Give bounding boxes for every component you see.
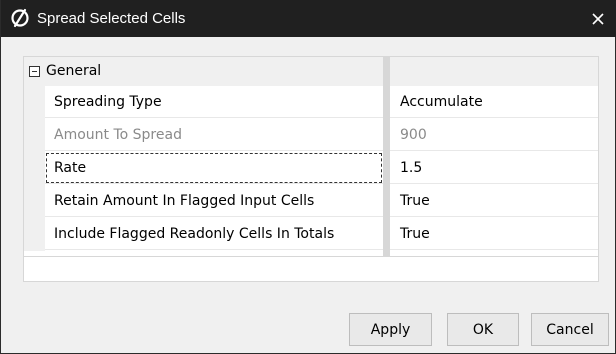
close-button[interactable] xyxy=(579,0,616,37)
property-value[interactable]: 1.5 xyxy=(390,152,598,184)
row-margin xyxy=(24,119,45,152)
property-row-retain-amount[interactable]: Retain Amount In Flagged Input Cells Tru… xyxy=(24,185,598,218)
logo-icon xyxy=(11,8,29,28)
property-row-amount-to-spread[interactable]: Amount To Spread 900 xyxy=(24,119,598,152)
property-value[interactable]: True xyxy=(390,185,598,217)
property-row-include-flagged[interactable]: Include Flagged Readonly Cells In Totals… xyxy=(24,218,598,251)
row-margin xyxy=(24,218,45,251)
window-title: Spread Selected Cells xyxy=(37,10,186,27)
ok-button[interactable]: OK xyxy=(447,313,519,346)
property-value[interactable]: Accumulate xyxy=(390,86,598,118)
category-row-general[interactable]: General xyxy=(24,57,598,86)
column-splitter[interactable] xyxy=(383,57,390,257)
property-name[interactable]: Include Flagged Readonly Cells In Totals xyxy=(45,218,383,250)
property-row-spreading-type[interactable]: Spreading Type Accumulate xyxy=(24,86,598,119)
row-margin xyxy=(24,185,45,218)
grid-divider xyxy=(24,256,598,257)
category-label: General xyxy=(46,63,102,79)
row-margin xyxy=(24,152,45,185)
property-name[interactable]: Amount To Spread xyxy=(45,119,383,151)
property-grid: General Spreading Type Accumulate Amount… xyxy=(23,56,599,282)
property-row-rate[interactable]: Rate 1.5 xyxy=(24,152,598,185)
property-value[interactable]: True xyxy=(390,218,598,250)
property-name[interactable]: Spreading Type xyxy=(45,86,383,118)
dialog-window: Spread Selected Cells General Spreading … xyxy=(0,0,616,354)
collapse-icon[interactable] xyxy=(29,66,40,77)
property-name[interactable]: Rate xyxy=(45,152,383,184)
row-margin xyxy=(24,86,45,119)
close-icon xyxy=(592,12,604,25)
apply-button[interactable]: Apply xyxy=(349,313,432,346)
property-value[interactable]: 900 xyxy=(390,119,598,151)
property-name[interactable]: Retain Amount In Flagged Input Cells xyxy=(45,185,383,217)
cancel-button[interactable]: Cancel xyxy=(531,313,609,346)
title-bar[interactable]: Spread Selected Cells xyxy=(1,0,616,37)
